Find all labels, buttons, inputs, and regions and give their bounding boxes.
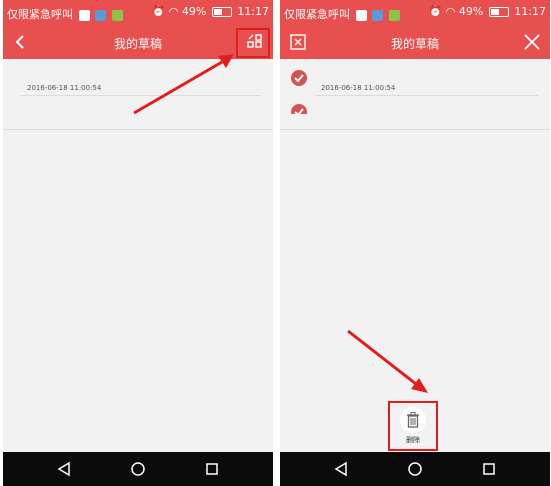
annotation-arrows: [133, 54, 428, 393]
